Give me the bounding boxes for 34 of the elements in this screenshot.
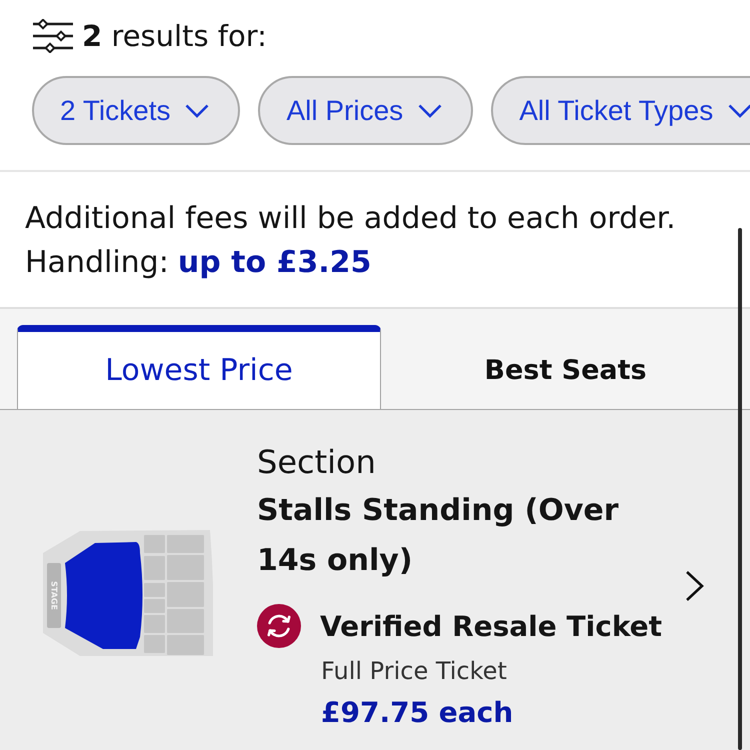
chevron-down-icon: [728, 104, 750, 118]
sort-tab[interactable]: Best Seats: [381, 325, 750, 409]
handling-fee-link[interactable]: up to £3.25: [178, 241, 372, 285]
price-type: Full Price Ticket: [321, 656, 508, 687]
seating-block: [144, 599, 165, 613]
filter-dropdown[interactable]: All Ticket Types: [491, 76, 750, 145]
seating-block: [167, 635, 204, 655]
seating-block: [144, 535, 165, 553]
sliders-icon[interactable]: [33, 19, 73, 53]
sort-tab[interactable]: Lowest Price: [17, 325, 381, 409]
price: £97.75 each: [321, 695, 514, 731]
chevron-right-icon: [685, 570, 705, 602]
seating-block: [144, 556, 165, 580]
section-name: Stalls Standing (Over 14s only): [257, 492, 620, 580]
filter-dropdown[interactable]: All Prices: [258, 76, 474, 145]
section-label: Section: [257, 442, 377, 482]
listing-card[interactable]: STAGE Section Stalls Standing (Over 14s only) Verified Resale Ticket Full Price Ticket £97.75 each: [0, 410, 750, 750]
ticket-type: Verified Resale Ticket: [320, 610, 662, 642]
seating-block: [167, 555, 204, 580]
seating-block: [167, 582, 204, 607]
stage-marker: [47, 563, 61, 628]
fees-notice: Additional fees will be added to each order.: [25, 200, 677, 238]
stage-label: STAGE: [50, 581, 58, 610]
filter-dropdown[interactable]: 2 Tickets: [32, 76, 240, 145]
seating-block: [144, 635, 165, 653]
chevron-down-icon: [418, 104, 442, 118]
seating-block: [167, 609, 204, 633]
circular-arrows-icon: [257, 604, 301, 648]
chevron-down-icon: [185, 104, 210, 118]
seating-block: [144, 583, 165, 597]
handling-label: Handling:: [25, 244, 169, 282]
seating-block: [144, 615, 165, 633]
results-heading: 2 results for:: [82, 18, 267, 54]
seating-block: [167, 535, 204, 553]
